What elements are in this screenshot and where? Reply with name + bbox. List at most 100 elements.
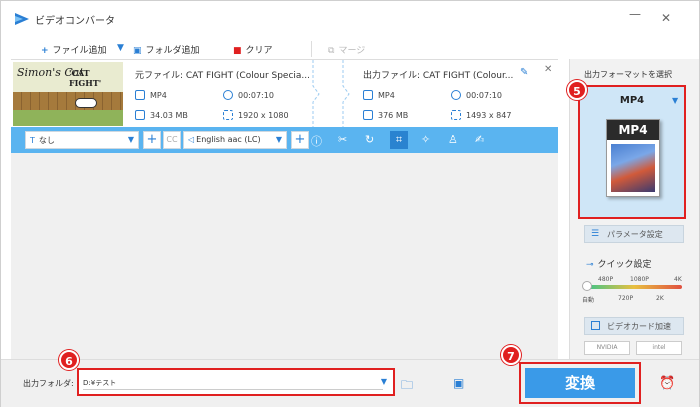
alarm-clock-icon[interactable]: ⏰ bbox=[659, 376, 675, 391]
add-folder-label: フォルダ追加 bbox=[145, 46, 200, 56]
output-format-title: 出力フォーマットを選択 bbox=[584, 70, 672, 79]
gpu-acceleration-label: ビデオカード加速 bbox=[607, 322, 671, 331]
add-folder-button[interactable]: ▣ フォルダ追加 bbox=[133, 43, 200, 56]
output-format-selector[interactable]: MP4 ▼ MP4 bbox=[578, 85, 686, 219]
quick-settings-title: ⊸ クイック設定 bbox=[586, 257, 652, 270]
remove-file-icon[interactable]: ✕ bbox=[544, 64, 552, 75]
app-logo-icon bbox=[15, 13, 29, 25]
speaker-icon: ◁ bbox=[188, 135, 195, 144]
clock-icon bbox=[451, 90, 461, 100]
folder-icon bbox=[135, 110, 145, 120]
info-icon[interactable]: ⓘ bbox=[311, 133, 322, 149]
parameter-settings-label: パラメータ設定 bbox=[607, 230, 663, 239]
cc-icon[interactable]: CC bbox=[163, 131, 181, 149]
rotate-icon[interactable]: ↻ bbox=[365, 133, 374, 146]
chevron-right-icon bbox=[312, 60, 320, 128]
bottom-bar: 出力フォルダ: ▼ 🗀 ▣ 変換 ⏰ bbox=[1, 359, 699, 407]
quick-label-1080p: 1080P bbox=[630, 276, 649, 283]
minimize-button[interactable]: — bbox=[629, 7, 641, 21]
edit-toolbar: T なし ▼ + CC ◁ English aac (LC) ▼ + ⓘ ✂ ↻ ⌗… bbox=[11, 127, 558, 153]
add-file-button[interactable]: + ファイル追加 bbox=[41, 43, 107, 56]
add-subtitle-button[interactable]: + bbox=[143, 131, 161, 149]
output-folder-input[interactable] bbox=[83, 376, 383, 390]
browse-folder-icon[interactable]: 🗀 bbox=[401, 376, 413, 397]
add-file-dropdown-icon[interactable]: ▼ bbox=[117, 43, 124, 53]
subtitle-select[interactable]: T なし ▼ bbox=[25, 131, 139, 149]
quality-slider[interactable] bbox=[586, 285, 682, 289]
output-folder-label: 出力フォルダ: bbox=[23, 379, 74, 388]
output-file-name: 出力ファイル: CAT FIGHT (Colour... bbox=[363, 71, 514, 81]
audio-track-select[interactable]: ◁ English aac (LC) ▼ bbox=[183, 131, 287, 149]
chevron-down-icon: ▼ bbox=[275, 135, 282, 144]
add-file-label: ファイル追加 bbox=[52, 46, 107, 56]
thumbnail-cat bbox=[75, 98, 97, 108]
format-icon bbox=[363, 90, 373, 100]
merge-label: マージ bbox=[338, 46, 366, 56]
source-resolution: 1920 x 1080 bbox=[223, 110, 289, 120]
quality-slider-knob[interactable] bbox=[582, 281, 592, 291]
trash-icon: ■ bbox=[233, 46, 242, 56]
app-window: ビデオコンバータ — ✕ + ファイル追加 ▼ ▣ フォルダ追加 ■ クリア ⧉ マージ… bbox=[0, 0, 700, 407]
quick-settings-label: クイック設定 bbox=[597, 260, 652, 270]
source-file-name: 元ファイル: CAT FIGHT (Colour Specia... bbox=[135, 71, 311, 81]
video-thumbnail[interactable]: Simon's Cat 'CAT FIGHT' bbox=[13, 62, 123, 126]
mp4-format-icon: MP4 bbox=[606, 119, 660, 197]
gpu-acceleration-button[interactable]: ビデオカード加速 bbox=[584, 317, 684, 335]
merge-button[interactable]: ⧉ マージ bbox=[328, 43, 365, 56]
effects-wand-icon[interactable]: ✧ bbox=[421, 133, 430, 146]
chevron-right-icon bbox=[342, 60, 350, 128]
output-folder-field[interactable]: ▼ bbox=[77, 368, 395, 396]
nvidia-badge: NVIDIA bbox=[584, 341, 630, 355]
resolution-icon bbox=[223, 110, 233, 120]
folder-icon bbox=[363, 110, 373, 120]
open-output-folder-icon[interactable]: ▣ bbox=[453, 376, 464, 390]
subtitle-value: なし bbox=[38, 136, 55, 145]
resolution-icon bbox=[451, 110, 461, 120]
output-duration: 00:07:10 bbox=[451, 90, 502, 100]
convert-button[interactable]: 変換 bbox=[525, 368, 635, 398]
convert-highlight: 変換 bbox=[519, 362, 641, 404]
toolbar: + ファイル追加 ▼ ▣ フォルダ追加 ■ クリア ⧉ マージ bbox=[13, 37, 558, 61]
scissors-icon[interactable]: ✂ bbox=[338, 133, 347, 146]
folder-plus-icon: ▣ bbox=[133, 46, 142, 56]
output-format-value: MP4 bbox=[378, 91, 395, 100]
thumbnail-fence bbox=[13, 92, 123, 110]
window-title: ビデオコンバータ bbox=[35, 16, 115, 27]
chevron-down-icon[interactable]: ▼ bbox=[381, 377, 387, 386]
thumbnail-grass bbox=[13, 110, 123, 126]
output-size-value: 376 MB bbox=[378, 111, 409, 120]
source-format: MP4 bbox=[135, 90, 167, 100]
chevron-down-icon: ▼ bbox=[127, 135, 134, 144]
source-duration-value: 00:07:10 bbox=[238, 91, 274, 100]
file-list-panel: Simon's Cat 'CAT FIGHT' 元ファイル: CAT FIGHT… bbox=[11, 59, 558, 359]
edit-filename-icon[interactable]: ✎ bbox=[520, 67, 528, 78]
clear-label: クリア bbox=[245, 46, 273, 56]
output-duration-value: 00:07:10 bbox=[466, 91, 502, 100]
output-resolution-value: 1493 x 847 bbox=[466, 111, 512, 120]
intel-badge: intel bbox=[636, 341, 682, 355]
source-size: 34.03 MB bbox=[135, 110, 188, 120]
step-marker-5: 5 bbox=[567, 80, 587, 100]
format-icon bbox=[135, 90, 145, 100]
quick-label-720p: 720P bbox=[618, 295, 634, 302]
add-audio-button[interactable]: + bbox=[291, 131, 309, 149]
selected-format-label: MP4 bbox=[619, 95, 645, 106]
close-window-button[interactable]: ✕ bbox=[661, 11, 671, 25]
clear-button[interactable]: ■ クリア bbox=[233, 43, 273, 56]
plus-icon: + bbox=[41, 46, 49, 56]
crop-icon[interactable]: ⌗ bbox=[390, 131, 408, 149]
source-duration: 00:07:10 bbox=[223, 90, 274, 100]
title-bar: ビデオコンバータ — ✕ bbox=[1, 1, 699, 33]
slider-icon: ⊸ bbox=[586, 260, 594, 270]
quick-label-4k: 4K bbox=[674, 276, 682, 283]
parameter-settings-button[interactable]: ☰ パラメータ設定 bbox=[584, 225, 684, 243]
file-item[interactable]: Simon's Cat 'CAT FIGHT' 元ファイル: CAT FIGHT… bbox=[11, 60, 558, 128]
subtitle-edit-icon[interactable]: ✍ bbox=[475, 133, 484, 146]
watermark-stamp-icon[interactable]: ♙ bbox=[448, 133, 458, 146]
source-size-value: 34.03 MB bbox=[150, 111, 188, 120]
chevron-down-icon: ▼ bbox=[672, 96, 679, 105]
output-format: MP4 bbox=[363, 90, 395, 100]
step-marker-7: 7 bbox=[501, 345, 521, 365]
thumbnail-subtitle: 'CAT FIGHT' bbox=[69, 68, 102, 88]
quick-label-auto: 自動 bbox=[582, 297, 595, 304]
